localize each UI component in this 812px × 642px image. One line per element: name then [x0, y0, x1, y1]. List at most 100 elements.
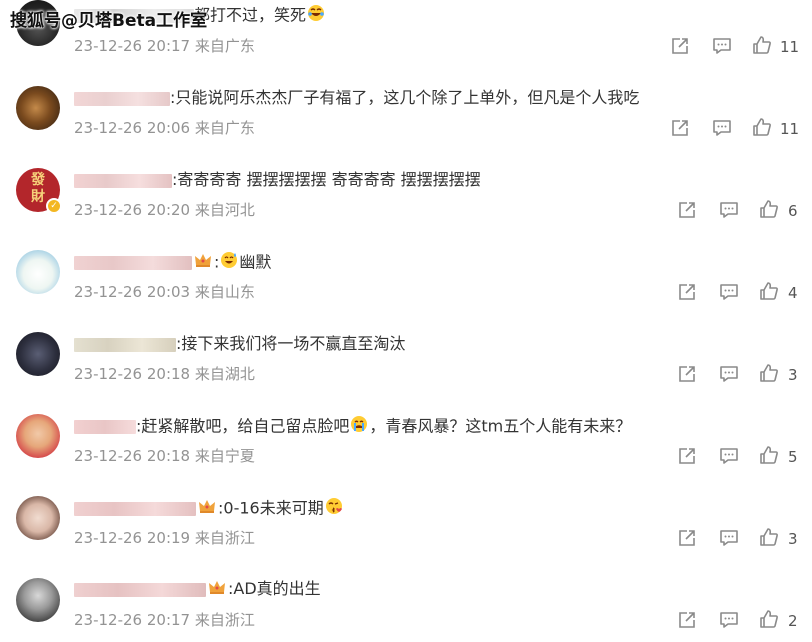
share-icon[interactable] [677, 364, 697, 386]
comment-text: :0-16未来可期 [218, 498, 324, 518]
avatar[interactable] [16, 86, 60, 130]
like-count: 11 [780, 120, 800, 138]
watermark: 搜狐号@贝塔Beta工作室 [10, 11, 208, 31]
reply-icon[interactable] [719, 364, 739, 386]
avatar[interactable] [16, 414, 60, 458]
share-icon[interactable] [677, 446, 697, 468]
share-icon[interactable] [677, 200, 697, 222]
like-icon[interactable] [752, 117, 772, 139]
comment-meta: 23-12-26 20:18 来自湖北 [74, 364, 255, 384]
comment-line: :寄寄寄寄 摆摆摆摆摆 寄寄寄寄 摆摆摆摆摆 [74, 169, 481, 191]
avatar[interactable] [16, 250, 60, 294]
avatar[interactable] [16, 496, 60, 540]
share-icon[interactable] [670, 118, 690, 140]
reply-icon[interactable] [712, 118, 732, 140]
like-count: 5 [788, 448, 798, 466]
kiss-emoji [325, 497, 343, 521]
comment-location: 来自宁夏 [194, 447, 255, 465]
comment-date: 23-12-26 20:19 [74, 529, 191, 547]
comment-meta: 23-12-26 20:06 来自广东 [74, 118, 255, 138]
username[interactable] [74, 256, 192, 270]
comment-line: :AD真的出生 [74, 578, 321, 601]
comment-location: 来自河北 [194, 201, 255, 219]
avatar-char: 發 [31, 172, 45, 188]
crying-emoji [350, 415, 368, 439]
reply-icon[interactable] [719, 446, 739, 468]
comment-location: 来自浙江 [194, 611, 255, 629]
comment-text: :寄寄寄寄 摆摆摆摆摆 寄寄寄寄 摆摆摆摆摆 [172, 170, 481, 189]
comment-item: :0-16未来可期 23-12-26 20:19 来自浙江 3 [0, 492, 812, 574]
share-icon[interactable] [670, 36, 690, 58]
comment-text: :赶紧解散吧，给自己留点脸吧 [136, 416, 350, 436]
username[interactable] [74, 420, 136, 434]
like-count: 4 [788, 284, 798, 302]
like-count: 3 [788, 530, 798, 548]
sweat-smile-emoji [220, 251, 238, 275]
comment-item: : 幽默 23-12-26 20:03 来自山东 4 [0, 246, 812, 328]
crown-badge-icon [208, 579, 226, 601]
like-icon[interactable] [759, 281, 779, 303]
laughing-tears-emoji [307, 4, 325, 28]
comment-location: 来自浙江 [194, 529, 255, 547]
reply-icon[interactable] [719, 200, 739, 222]
avatar[interactable] [16, 332, 60, 376]
comment-item: :接下来我们将一场不赢直至淘汰 23-12-26 20:18 来自湖北 3 [0, 328, 812, 410]
comment-item: 發 財 ✓ :寄寄寄寄 摆摆摆摆摆 寄寄寄寄 摆摆摆摆摆 23-12-26 20… [0, 164, 812, 246]
comment-prefix: : [214, 252, 220, 272]
comment-text: 幽默 [239, 252, 272, 272]
like-icon[interactable] [759, 609, 779, 631]
like-icon[interactable] [759, 199, 779, 221]
comment-date: 23-12-26 20:20 [74, 201, 191, 219]
avatar[interactable] [16, 578, 60, 622]
comment-date: 23-12-26 20:06 [74, 119, 191, 137]
comment-line: :接下来我们将一场不赢直至淘汰 [74, 333, 405, 355]
comment-line: :只能说阿乐杰杰厂子有福了，这几个除了上单外，但凡是个人我吃 [74, 87, 639, 109]
comment-date: 23-12-26 20:18 [74, 365, 191, 383]
like-count: 3 [788, 366, 798, 384]
comment-date: 23-12-26 20:17 [74, 37, 191, 55]
like-icon[interactable] [752, 35, 772, 57]
comment-item: :赶紧解散吧，给自己留点脸吧 ，青春风暴？这tm五个人能有未来？ 23-12-26… [0, 410, 812, 492]
comment-date: 23-12-26 20:18 [74, 447, 191, 465]
crown-badge-icon [194, 252, 212, 274]
comment-meta: 23-12-26 20:18 来自宁夏 [74, 446, 255, 466]
like-count: 11 [780, 38, 800, 56]
reply-icon[interactable] [719, 528, 739, 550]
share-icon[interactable] [677, 282, 697, 304]
crown-badge-icon [198, 498, 216, 520]
verified-badge-icon: ✓ [46, 198, 62, 214]
comment-line: :赶紧解散吧，给自己留点脸吧 ，青春风暴？这tm五个人能有未来？ [74, 415, 631, 439]
comment-meta: 23-12-26 20:17 来自浙江 [74, 610, 255, 630]
like-icon[interactable] [759, 527, 779, 549]
comment-meta: 23-12-26 20:17 来自广东 [74, 36, 255, 56]
like-icon[interactable] [759, 363, 779, 385]
username[interactable] [74, 502, 196, 516]
like-icon[interactable] [759, 445, 779, 467]
like-count: 6 [788, 202, 798, 220]
comment-date: 23-12-26 20:03 [74, 283, 191, 301]
like-count: 2 [788, 612, 798, 630]
reply-icon[interactable] [719, 610, 739, 632]
comment-date: 23-12-26 20:17 [74, 611, 191, 629]
username[interactable] [74, 337, 176, 352]
share-icon[interactable] [677, 610, 697, 632]
comment-location: 来自广东 [194, 119, 255, 137]
comment-location: 来自山东 [194, 283, 255, 301]
comment-text: :AD真的出生 [228, 579, 321, 598]
comment-meta: 23-12-26 20:03 来自山东 [74, 282, 255, 302]
username[interactable] [74, 91, 170, 106]
comment-text: :只能说阿乐杰杰厂子有福了，这几个除了上单外，但凡是个人我吃 [170, 88, 640, 107]
comment-item: :AD真的出生 23-12-26 20:17 来自浙江 2 [0, 574, 812, 642]
reply-icon[interactable] [719, 282, 739, 304]
comment-line: : 幽默 [74, 251, 271, 275]
comment-item: :只能说阿乐杰杰厂子有福了，这几个除了上单外，但凡是个人我吃 23-12-26 … [0, 82, 812, 164]
comment-meta: 23-12-26 20:19 来自浙江 [74, 528, 255, 548]
comment-text: 都打不过，笑死 [194, 5, 307, 25]
reply-icon[interactable] [712, 36, 732, 58]
comment-meta: 23-12-26 20:20 来自河北 [74, 200, 255, 220]
comment-location: 来自广东 [194, 37, 255, 55]
share-icon[interactable] [677, 528, 697, 550]
username[interactable] [74, 582, 206, 597]
comment-text: :接下来我们将一场不赢直至淘汰 [176, 334, 406, 353]
username[interactable] [74, 173, 172, 188]
